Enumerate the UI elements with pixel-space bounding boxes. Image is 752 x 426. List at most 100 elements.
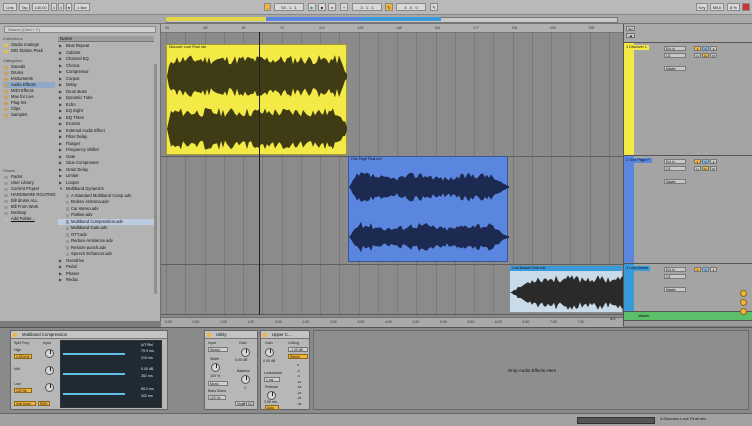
- audio-clip-2[interactable]: One Page Final mix: [348, 156, 509, 262]
- mono-button[interactable]: Mono: [208, 381, 228, 386]
- name-column-header[interactable]: Name: [58, 36, 154, 42]
- audio-clip-1[interactable]: Discover Love Final mix: [166, 44, 347, 155]
- track-output-2[interactable]: Master: [664, 179, 686, 184]
- mb-value[interactable]: 352 ms: [141, 374, 153, 378]
- song-position[interactable]: 53 . 1 . 1: [274, 3, 304, 11]
- rms-button[interactable]: RMS: [38, 401, 50, 406]
- overdub-icon[interactable]: +: [340, 3, 348, 11]
- track-header-master[interactable]: Master: [624, 312, 752, 321]
- ceiling-field[interactable]: -1.00 dB: [288, 347, 308, 352]
- track-activator-3[interactable]: 3: [694, 267, 701, 272]
- track-activator-1[interactable]: 1: [694, 46, 701, 51]
- sig-numerator[interactable]: 4: [51, 3, 57, 11]
- mb-value[interactable]: 79.9 ms: [141, 349, 154, 353]
- high-band-meter[interactable]: [63, 353, 125, 355]
- mb-value[interactable]: 85.2 ms: [141, 387, 154, 391]
- high-input-knob[interactable]: [45, 349, 54, 358]
- track-solo-1[interactable]: S: [702, 46, 709, 51]
- status-mini-view[interactable]: [577, 417, 655, 424]
- track-input-2[interactable]: Ext. In: [664, 159, 686, 164]
- midi-map-button[interactable]: MIDI: [710, 3, 724, 11]
- browser-folder[interactable]: ▶ Redux: [58, 277, 154, 284]
- browser-search-input[interactable]: Search (Cmd + F): [4, 26, 156, 33]
- expand-icon[interactable]: ▶: [59, 277, 62, 284]
- balance-knob[interactable]: [241, 375, 250, 384]
- track-monitor-2[interactable]: 1/2: [664, 166, 686, 171]
- utility-device[interactable]: Utility Input Stereo Gain 0.00 dB Width …: [204, 330, 258, 410]
- track-monitor-1[interactable]: 1/2: [664, 53, 686, 58]
- track-monitor-3[interactable]: 1/2: [664, 274, 686, 279]
- effects-drop-zone[interactable]: Drop Audio Effects Here: [313, 330, 749, 410]
- track-activator-2[interactable]: 2: [694, 159, 701, 164]
- mb-value[interactable]: 302 ms: [141, 394, 153, 398]
- stereo-select[interactable]: Stereo: [208, 347, 228, 352]
- track-solo-3[interactable]: S: [702, 267, 709, 272]
- track-output-3[interactable]: Master: [664, 287, 686, 292]
- track-header-2[interactable]: 2 One Page F Ext. In 1/2 Master 2 S ● In…: [624, 156, 752, 264]
- follow-icon[interactable]: →: [264, 3, 271, 11]
- track-input-1[interactable]: Ext. In: [664, 46, 686, 51]
- record-icon[interactable]: ●: [328, 3, 336, 11]
- audio-clip-3[interactable]: Lost Basket Final mix: [509, 265, 624, 313]
- power-icon[interactable]: [263, 332, 267, 337]
- metronome-icon[interactable]: ●: [66, 3, 72, 11]
- arrangement-overview[interactable]: [0, 15, 752, 24]
- track-solo-2[interactable]: S: [702, 159, 709, 164]
- category-samples[interactable]: Samples: [3, 112, 55, 118]
- track-in-2[interactable]: In: [694, 166, 701, 171]
- tap-button[interactable]: Tap: [19, 3, 30, 11]
- loop-start[interactable]: 3 . 1 . 1: [352, 3, 382, 11]
- stop-icon[interactable]: ■: [318, 3, 326, 11]
- draw-mode-icon[interactable]: ✎: [430, 3, 438, 11]
- mid-input-knob[interactable]: [45, 366, 54, 375]
- high-freq-field[interactable]: 2.50 kHz: [14, 354, 32, 359]
- track-name-1[interactable]: 1 Discover L: [624, 45, 650, 50]
- track-in-1[interactable]: In: [694, 53, 701, 58]
- mid-band-meter[interactable]: [63, 373, 125, 375]
- track-arm-3[interactable]: ●: [710, 267, 717, 272]
- loop-icon[interactable]: ↻: [385, 3, 393, 11]
- back-icon[interactable]: ◀: [626, 33, 635, 38]
- track-auto-2[interactable]: Au: [702, 166, 709, 171]
- track-name-2[interactable]: 2 One Page F: [624, 158, 652, 163]
- loop-length[interactable]: 4 . 0 . 0: [396, 3, 426, 11]
- auto-release-button[interactable]: Auto: [265, 405, 279, 410]
- release-knob[interactable]: [267, 391, 276, 400]
- mute-button[interactable]: Mute: [235, 401, 245, 406]
- sig-denominator[interactable]: 4: [58, 3, 64, 11]
- browser-scrollbar[interactable]: [154, 64, 157, 294]
- limiter-device[interactable]: Upper C... Gain 0.00 dB Ceiling -1.00 dB…: [260, 330, 310, 410]
- add-folder-item[interactable]: Add Folder...: [3, 216, 55, 222]
- gain-knob[interactable]: [241, 348, 250, 357]
- track-header-1[interactable]: 1 Discover L Ext. In 1/2 Master 1 S ● In…: [624, 43, 752, 156]
- track-input-3[interactable]: Ext. In: [664, 267, 686, 272]
- sidebar-toggle-icon[interactable]: [740, 299, 747, 306]
- tempo-field[interactable]: 130.00: [32, 3, 49, 11]
- track-output-1[interactable]: Master: [664, 66, 686, 71]
- soft-knee-button[interactable]: Soft Knee: [14, 401, 36, 406]
- track-off-1[interactable]: Of: [710, 53, 717, 58]
- power-icon[interactable]: [13, 332, 17, 337]
- play-icon[interactable]: ▶: [308, 3, 316, 11]
- low-freq-field[interactable]: 120 Hz: [14, 388, 32, 393]
- mb-value[interactable]: 319 ms: [141, 356, 153, 360]
- track-header-3[interactable]: 3 Lost Baske Ext. In 1/2 Master 3 S ●: [624, 264, 752, 312]
- sidebar-toggle-icon[interactable]: [740, 308, 747, 315]
- track-auto-1[interactable]: Au: [702, 53, 709, 58]
- collection-item[interactable]: DID Station Pack: [3, 48, 55, 54]
- sidebar-toggle-icon[interactable]: [740, 290, 747, 297]
- track-arm-2[interactable]: ●: [710, 159, 717, 164]
- low-band-meter[interactable]: [63, 393, 125, 395]
- stereo-button[interactable]: Stereo: [288, 354, 308, 359]
- gain-knob[interactable]: [265, 348, 274, 357]
- track-off-2[interactable]: Of: [710, 166, 717, 171]
- set-icon[interactable]: Set: [626, 26, 635, 31]
- dc-button[interactable]: DC: [246, 401, 254, 406]
- beat-ruler[interactable]: 49 65 81 97 113 129 145 161 177 193 209 225: [161, 24, 623, 33]
- multiband-display[interactable]: A/T/Rel 79.9 ms 319 ms 0.00 dB 352 ms 85…: [60, 340, 162, 408]
- track-arm-1[interactable]: ●: [710, 46, 717, 51]
- power-icon[interactable]: [207, 332, 211, 337]
- lookahead-select[interactable]: 1 ms: [264, 377, 280, 382]
- low-input-knob[interactable]: [45, 383, 54, 392]
- master-track-name[interactable]: Master: [636, 314, 652, 319]
